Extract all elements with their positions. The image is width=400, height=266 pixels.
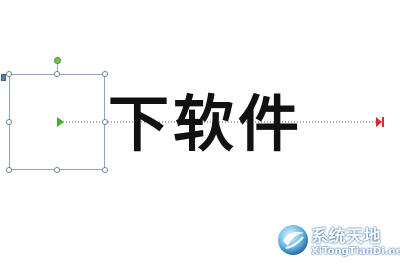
watermark-url: XiTongTianDi.net [311,246,400,257]
resize-handle-top-left[interactable] [6,71,12,77]
resize-handle-bottom-left[interactable] [6,167,12,173]
resize-handle-top-center[interactable] [54,71,60,77]
watermark: 系统天地 XiTongTianDi.net [276,221,400,263]
resize-handle-bottom-right[interactable] [102,167,108,173]
selected-text-box[interactable] [9,74,105,170]
resize-handle-top-right[interactable] [102,71,108,77]
motion-end-icon [376,117,382,127]
watermark-logo-icon [278,225,308,255]
resize-handle-bottom-center[interactable] [54,167,60,173]
slide-canvas: 下软件 系统天地 XiTongTianDi.net [0,0,400,266]
rotation-handle[interactable] [54,57,61,64]
resize-handle-middle-left[interactable] [6,119,12,125]
slide-text[interactable]: 下软件 [108,92,303,158]
watermark-title: 系统天地 [311,227,381,247]
